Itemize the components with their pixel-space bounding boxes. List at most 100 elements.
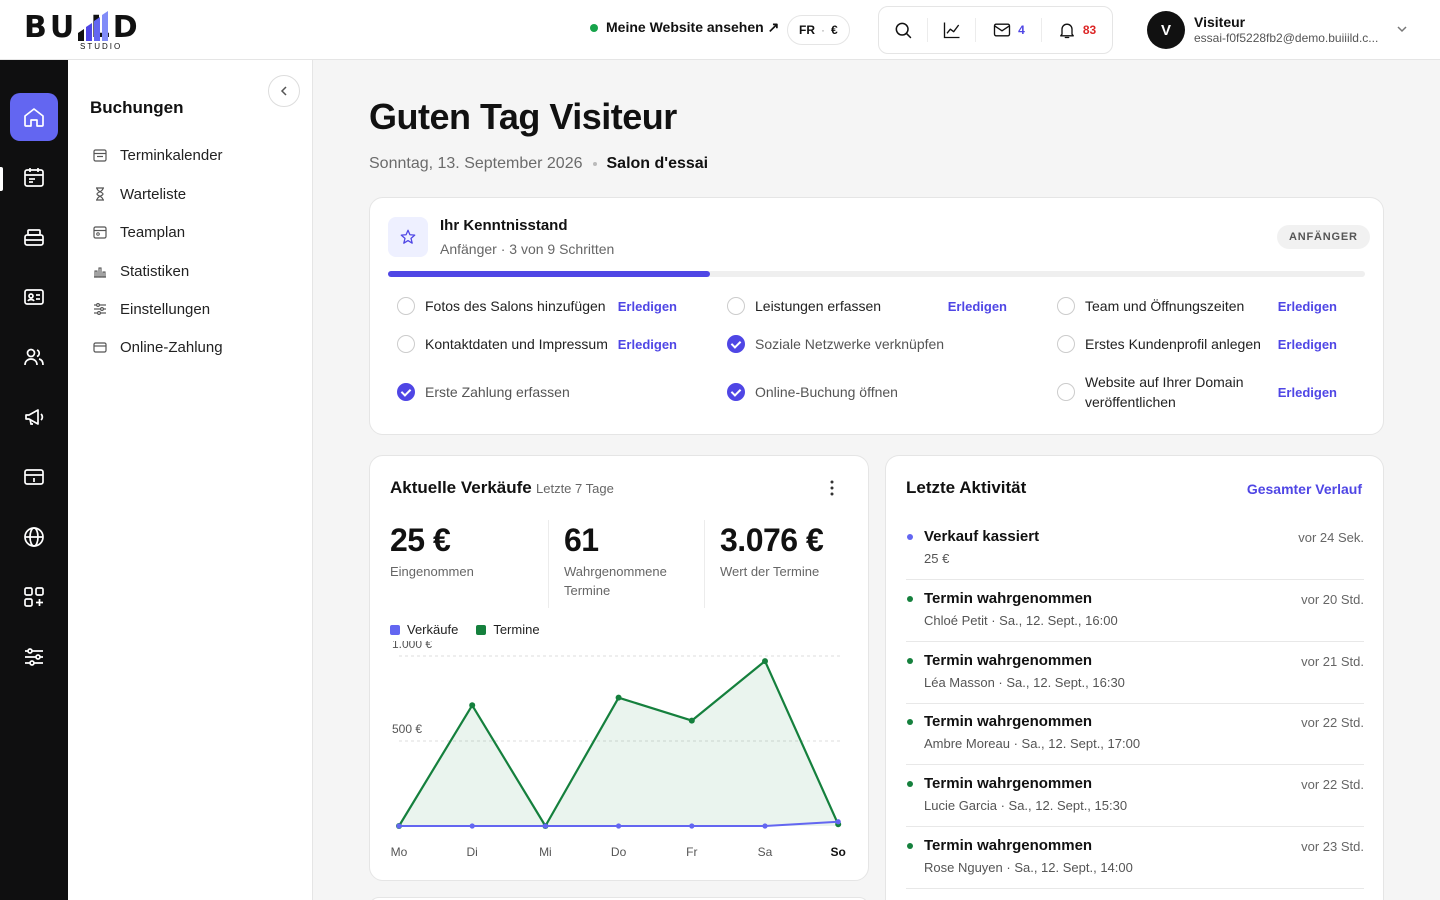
appointments-point [762, 658, 768, 665]
full-history-link[interactable]: Gesamter Verlauf [1247, 481, 1362, 497]
notification-count: 83 [1082, 23, 1097, 37]
sales-point [469, 823, 475, 829]
sidebar-item-online-zahlung[interactable]: Online-Zahlung [92, 335, 223, 359]
kpi-label: Wahrgenommene Termine [564, 564, 667, 598]
bell-icon [1059, 23, 1074, 39]
notifications-button[interactable]: 83 [1041, 18, 1111, 42]
activity-bullet [907, 781, 913, 788]
logo[interactable]: BU LD STUDIO [24, 9, 184, 53]
sales-point [396, 823, 402, 829]
activity-title: Letzte Aktivität [906, 478, 1027, 497]
activity-item[interactable]: Termin wahrgenommen Ambre Moreau · Sa., 1… [906, 703, 1364, 766]
top-bar: BU LD STUDIO Meine Website ansehen ↗ FR … [0, 0, 1440, 60]
activity-detail: Chloé Petit · Sa., 12. Sept., 16:00 [924, 612, 1118, 628]
activity-detail: Rose Nguyen · Sa., 12. Sept., 14:00 [924, 860, 1133, 875]
sliders-icon [94, 303, 106, 315]
currency-label: € [831, 23, 838, 37]
rail-website[interactable] [10, 513, 58, 561]
user-email: essai-f0f5228fb2@demo.buiiild.c... [1194, 31, 1379, 45]
complete-step-button[interactable]: Erledigen [1278, 299, 1337, 314]
kpi-value: 25 € [390, 522, 451, 558]
sales-point [689, 823, 695, 829]
rail-register[interactable] [10, 213, 58, 261]
sidebar-item-label: Einstellungen [120, 300, 211, 318]
online-status-dot [590, 23, 598, 32]
checklist-step: Online-Buchung öffnen [718, 372, 1018, 412]
chevron-left-icon [280, 86, 287, 96]
chevron-down-icon [1397, 26, 1407, 33]
activity-bullet [907, 719, 913, 726]
sales-point [616, 823, 622, 829]
activity-item[interactable]: Termin wahrgenommen Léa Masson · Sa., 12.… [906, 642, 1364, 704]
current-date: Sonntag, 13. September 2026 [369, 155, 583, 172]
unchecked-circle-icon [1057, 335, 1075, 353]
sidebar-item-warteliste[interactable]: Warteliste [92, 182, 186, 206]
activity-time: vor 22 Std. [1301, 715, 1364, 731]
rail-payments[interactable] [10, 453, 58, 501]
knowledge-level-card: Ihr Kenntnisstand Anfänger · 3 von 9 Sch… [369, 197, 1384, 435]
kpi-revenue: 25 € Eingenommen [390, 520, 474, 581]
hourglass-icon [96, 187, 104, 201]
unchecked-circle-icon [727, 297, 745, 315]
analytics-button[interactable] [927, 18, 975, 42]
activity-time: vor 23 Std. [1301, 839, 1364, 854]
language-currency-switch[interactable]: FR · € [787, 15, 850, 45]
recent-activity-card: Letzte Aktivität Gesamter Verlauf Verkau… [885, 455, 1384, 900]
legend-item-appointments: Termine [476, 622, 540, 637]
sidebar-item-teamplan[interactable]: Teamplan [92, 220, 185, 244]
sales-point [542, 823, 548, 829]
more-options-icon[interactable] [822, 478, 842, 498]
apps-icon [24, 587, 44, 607]
appointments-point [469, 702, 476, 709]
rail-contacts[interactable] [10, 273, 58, 321]
logo-subtitle: STUDIO [80, 42, 123, 51]
step-label: Erste Zahlung erfassen [425, 384, 570, 400]
salon-name: Salon d'essai [606, 155, 709, 172]
complete-step-button[interactable]: Erledigen [1278, 337, 1337, 352]
checked-icon [727, 383, 745, 401]
star-icon-box [388, 217, 428, 257]
chart-icon [943, 22, 959, 39]
complete-step-button[interactable]: Erledigen [618, 299, 677, 314]
step-label: Team und Öffnungszeiten [1085, 298, 1245, 314]
y-tick-label: 1.000 € [392, 641, 432, 651]
settings-sliders-icon [25, 648, 43, 666]
activity-item[interactable]: Termin wahrgenommen Chloé Petit · Sa., 12… [906, 580, 1364, 642]
checked-icon [727, 335, 745, 353]
star-icon [400, 229, 416, 244]
checklist-step: Team und Öffnungszeiten Erledigen [1048, 286, 1348, 326]
activity-item[interactable]: Termin wahrgenommen Rose Nguyen · Sa., 12… [906, 827, 1364, 889]
rail-clients[interactable] [10, 333, 58, 381]
sidebar-item-label: Terminkalender [120, 146, 223, 164]
search-button[interactable] [879, 6, 927, 54]
activity-item[interactable]: Verkauf kassiert 25 € vor 24 Sek. [906, 518, 1364, 580]
checklist-step: Kontaktdaten und Impressum Erledigen [388, 324, 688, 364]
mail-count: 4 [1018, 23, 1025, 37]
kpi-appointment-value: 3.076 € Wert der Termine [720, 520, 824, 581]
complete-step-button[interactable]: Erledigen [1278, 385, 1337, 400]
rail-settings[interactable] [10, 633, 58, 681]
sidebar-item-terminkalender[interactable]: Terminkalender [92, 143, 223, 167]
activity-detail: 25 € [924, 551, 950, 566]
activity-bullet [907, 595, 913, 602]
user-menu[interactable]: V Visiteur essai-f0f5228fb2@demo.buiiild… [1147, 11, 1417, 49]
page-title: Guten Tag Visiteur [369, 96, 677, 137]
legend-label: Termine [493, 622, 540, 637]
messages-button[interactable]: 4 [975, 18, 1041, 42]
view-website-link[interactable]: Meine Website ansehen ↗ [590, 19, 779, 36]
unchecked-circle-icon [1057, 383, 1075, 401]
rail-bookings[interactable] [10, 153, 58, 201]
activity-title: Termin wahrgenommen [924, 775, 1093, 793]
activity-item[interactable]: Termin wahrgenommen Lucie Garcia · Sa., 1… [906, 765, 1364, 828]
sidebar-item-statistiken[interactable]: Statistiken [92, 259, 189, 283]
complete-step-button[interactable]: Erledigen [948, 299, 1007, 314]
sidebar-item-einstellungen[interactable]: Einstellungen [92, 297, 210, 321]
complete-step-button[interactable]: Erledigen [618, 337, 677, 352]
level-badge: ANFÄNGER [1277, 225, 1370, 249]
rail-home[interactable] [10, 93, 58, 141]
rail-marketing[interactable] [10, 393, 58, 441]
collapse-sidebar-button[interactable] [268, 75, 300, 107]
sales-title: Aktuelle Verkäufe [390, 478, 532, 497]
rail-apps[interactable] [10, 573, 58, 621]
page-subtitle: Sonntag, 13. September 2026 Salon d'essa… [369, 155, 708, 173]
